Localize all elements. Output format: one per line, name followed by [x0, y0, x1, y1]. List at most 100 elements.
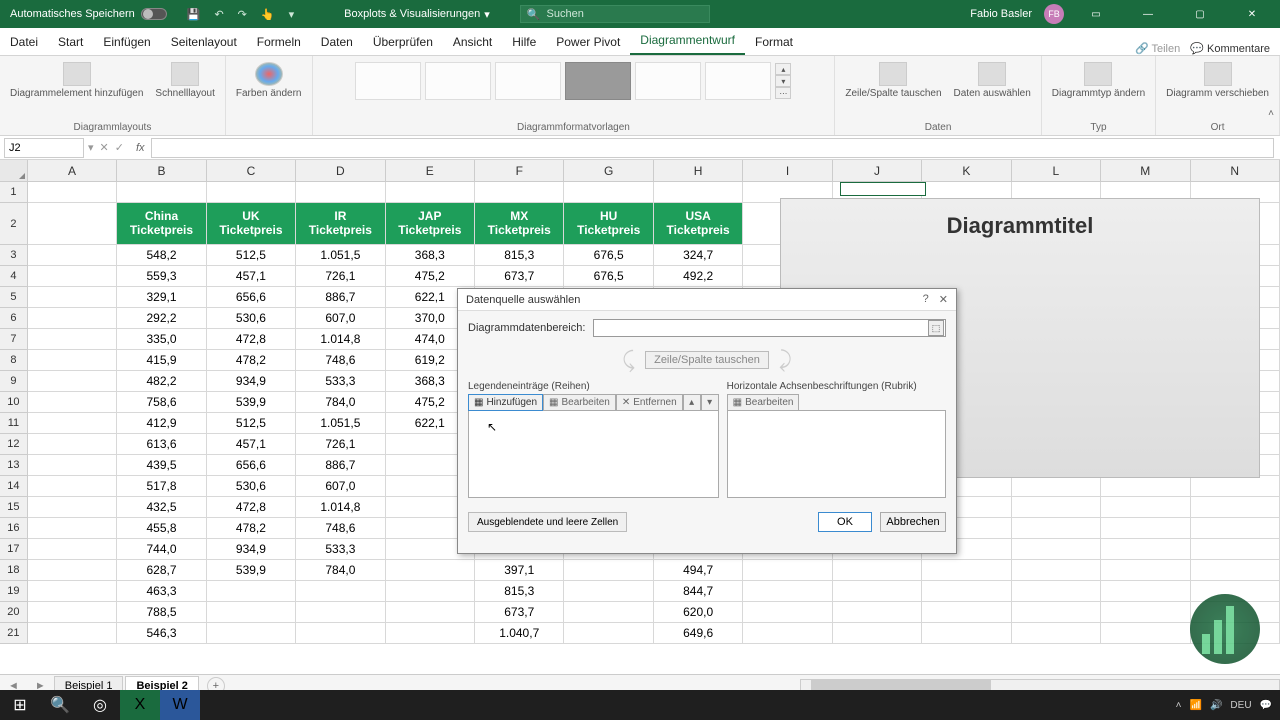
axis-labels-list[interactable]: [727, 410, 946, 498]
search-placeholder: Suchen: [547, 8, 584, 20]
close-icon[interactable]: ✕: [1232, 0, 1272, 28]
col-L[interactable]: L: [1012, 160, 1101, 181]
move-down-icon: ▾: [701, 394, 719, 411]
dialog-close-icon[interactable]: ✕: [939, 293, 948, 306]
taskbar-word-icon[interactable]: W: [160, 690, 200, 720]
col-D[interactable]: D: [296, 160, 385, 181]
select-data-source-dialog: Datenquelle auswählen ? ✕ Diagrammdatenb…: [457, 288, 957, 554]
tray-up-icon[interactable]: ˄: [1176, 700, 1182, 711]
add-series-button[interactable]: ▦ Hinzufügen: [468, 394, 543, 411]
col-A[interactable]: A: [28, 160, 117, 181]
autosave-label: Automatisches Speichern: [10, 8, 135, 20]
accept-formula-icon[interactable]: ✓: [115, 141, 124, 154]
tab-format[interactable]: Format: [745, 29, 803, 55]
chart-style-5[interactable]: [635, 62, 701, 100]
autosave-toggle[interactable]: [141, 8, 167, 20]
formula-input[interactable]: [151, 138, 1274, 158]
tab-daten[interactable]: Daten: [311, 29, 363, 55]
doc-dropdown-icon[interactable]: ▾: [484, 8, 490, 21]
col-I[interactable]: I: [743, 160, 832, 181]
chart-style-3[interactable]: [495, 62, 561, 100]
tab-einfuegen[interactable]: Einfügen: [93, 29, 160, 55]
col-C[interactable]: C: [207, 160, 296, 181]
dialog-help-icon[interactable]: ?: [923, 293, 929, 306]
search-box[interactable]: 🔍 Suchen: [520, 5, 710, 23]
change-chart-type-button[interactable]: Diagrammtyp ändern: [1048, 60, 1149, 101]
col-G[interactable]: G: [564, 160, 653, 181]
comments-button[interactable]: 💬 Kommentare: [1190, 42, 1270, 55]
col-N[interactable]: N: [1191, 160, 1280, 181]
col-K[interactable]: K: [922, 160, 1011, 181]
tray-sound-icon[interactable]: 🔊: [1210, 700, 1222, 711]
col-F[interactable]: F: [475, 160, 564, 181]
styles-more-icon[interactable]: ⋯: [775, 87, 791, 99]
select-data-button[interactable]: Daten auswählen: [950, 60, 1035, 101]
touch-icon[interactable]: 👆: [261, 8, 275, 21]
edit-series-button: ▦ Bearbeiten: [543, 394, 616, 411]
styles-up-icon[interactable]: ▴: [775, 63, 791, 75]
switch-row-col-button[interactable]: Zeile/Spalte tauschen: [841, 60, 945, 101]
quick-layout-button[interactable]: Schnelllayout: [151, 60, 218, 101]
document-title: Boxplots & Visualisierungen: [344, 8, 480, 20]
tray-network-icon[interactable]: 📶: [1190, 700, 1202, 711]
user-name[interactable]: Fabio Basler: [970, 8, 1032, 20]
tab-ueberpruefen[interactable]: Überprüfen: [363, 29, 443, 55]
chart-title[interactable]: Diagrammtitel: [947, 213, 1094, 239]
edit-axis-button: ▦ Bearbeiten: [727, 394, 800, 411]
task-view-icon[interactable]: ◎: [80, 690, 120, 720]
fx-icon[interactable]: fx: [130, 142, 151, 154]
windows-taskbar: ⊞ 🔍 ◎ X W ˄ 📶 🔊 DEU 💬: [0, 690, 1280, 720]
avatar[interactable]: FB: [1044, 4, 1064, 24]
maximize-icon[interactable]: ▢: [1180, 0, 1220, 28]
chart-style-1[interactable]: [355, 62, 421, 100]
undo-icon[interactable]: ↶: [214, 8, 223, 21]
redo-icon[interactable]: ↷: [238, 8, 247, 21]
chart-data-range-input[interactable]: ⬚: [593, 319, 946, 337]
tab-diagrammentwurf[interactable]: Diagrammentwurf: [630, 27, 745, 55]
tab-datei[interactable]: Datei: [0, 29, 48, 55]
select-all-corner[interactable]: [0, 160, 28, 181]
group-label-type: Typ: [1090, 120, 1106, 133]
tab-start[interactable]: Start: [48, 29, 93, 55]
cancel-formula-icon[interactable]: ✕: [100, 141, 109, 154]
col-B[interactable]: B: [117, 160, 206, 181]
name-box[interactable]: J2: [4, 138, 84, 158]
chart-style-4[interactable]: [565, 62, 631, 100]
taskbar-excel-icon[interactable]: X: [120, 690, 160, 720]
col-E[interactable]: E: [386, 160, 475, 181]
more-icon[interactable]: ▾: [289, 8, 295, 21]
col-J[interactable]: J: [833, 160, 922, 181]
group-label-styles: Diagrammformatvorlagen: [517, 120, 630, 133]
legend-entries-label: Legendeneinträge (Reihen): [468, 381, 719, 392]
change-colors-button[interactable]: Farben ändern: [232, 60, 306, 101]
ok-button[interactable]: OK: [818, 512, 872, 532]
cancel-button[interactable]: Abbrechen: [880, 512, 946, 532]
tab-ansicht[interactable]: Ansicht: [443, 29, 502, 55]
legend-series-list[interactable]: [468, 410, 719, 498]
tab-powerpivot[interactable]: Power Pivot: [546, 29, 630, 55]
col-H[interactable]: H: [654, 160, 743, 181]
save-icon[interactable]: 💾: [187, 8, 201, 21]
minimize-icon[interactable]: —: [1128, 0, 1168, 28]
styles-down-icon[interactable]: ▾: [775, 75, 791, 87]
remove-series-button: ✕ Entfernen: [616, 394, 683, 411]
hidden-cells-button[interactable]: Ausgeblendete und leere Zellen: [468, 512, 627, 532]
tab-formeln[interactable]: Formeln: [247, 29, 311, 55]
col-M[interactable]: M: [1101, 160, 1190, 181]
quick-access: 💾 ↶ ↷ 👆 ▾: [177, 8, 304, 21]
share-button[interactable]: 🔗 Teilen: [1135, 42, 1180, 55]
tab-seitenlayout[interactable]: Seitenlayout: [161, 29, 247, 55]
start-button[interactable]: ⊞: [0, 690, 40, 720]
group-label-layouts: Diagrammlayouts: [74, 120, 152, 133]
chart-style-6[interactable]: [705, 62, 771, 100]
chart-style-2[interactable]: [425, 62, 491, 100]
taskbar-search-icon[interactable]: 🔍: [40, 690, 80, 720]
collapse-ribbon-icon[interactable]: ˄: [1268, 108, 1274, 119]
add-chart-element-button[interactable]: Diagrammelement hinzufügen: [6, 60, 147, 101]
range-picker-icon[interactable]: ⬚: [928, 320, 944, 336]
tab-hilfe[interactable]: Hilfe: [502, 29, 546, 55]
tray-lang[interactable]: DEU: [1230, 700, 1251, 711]
ribbon-mode-icon[interactable]: ▭: [1076, 0, 1116, 28]
move-chart-button[interactable]: Diagramm verschieben: [1162, 60, 1273, 101]
tray-notifications-icon[interactable]: 💬: [1260, 700, 1272, 711]
